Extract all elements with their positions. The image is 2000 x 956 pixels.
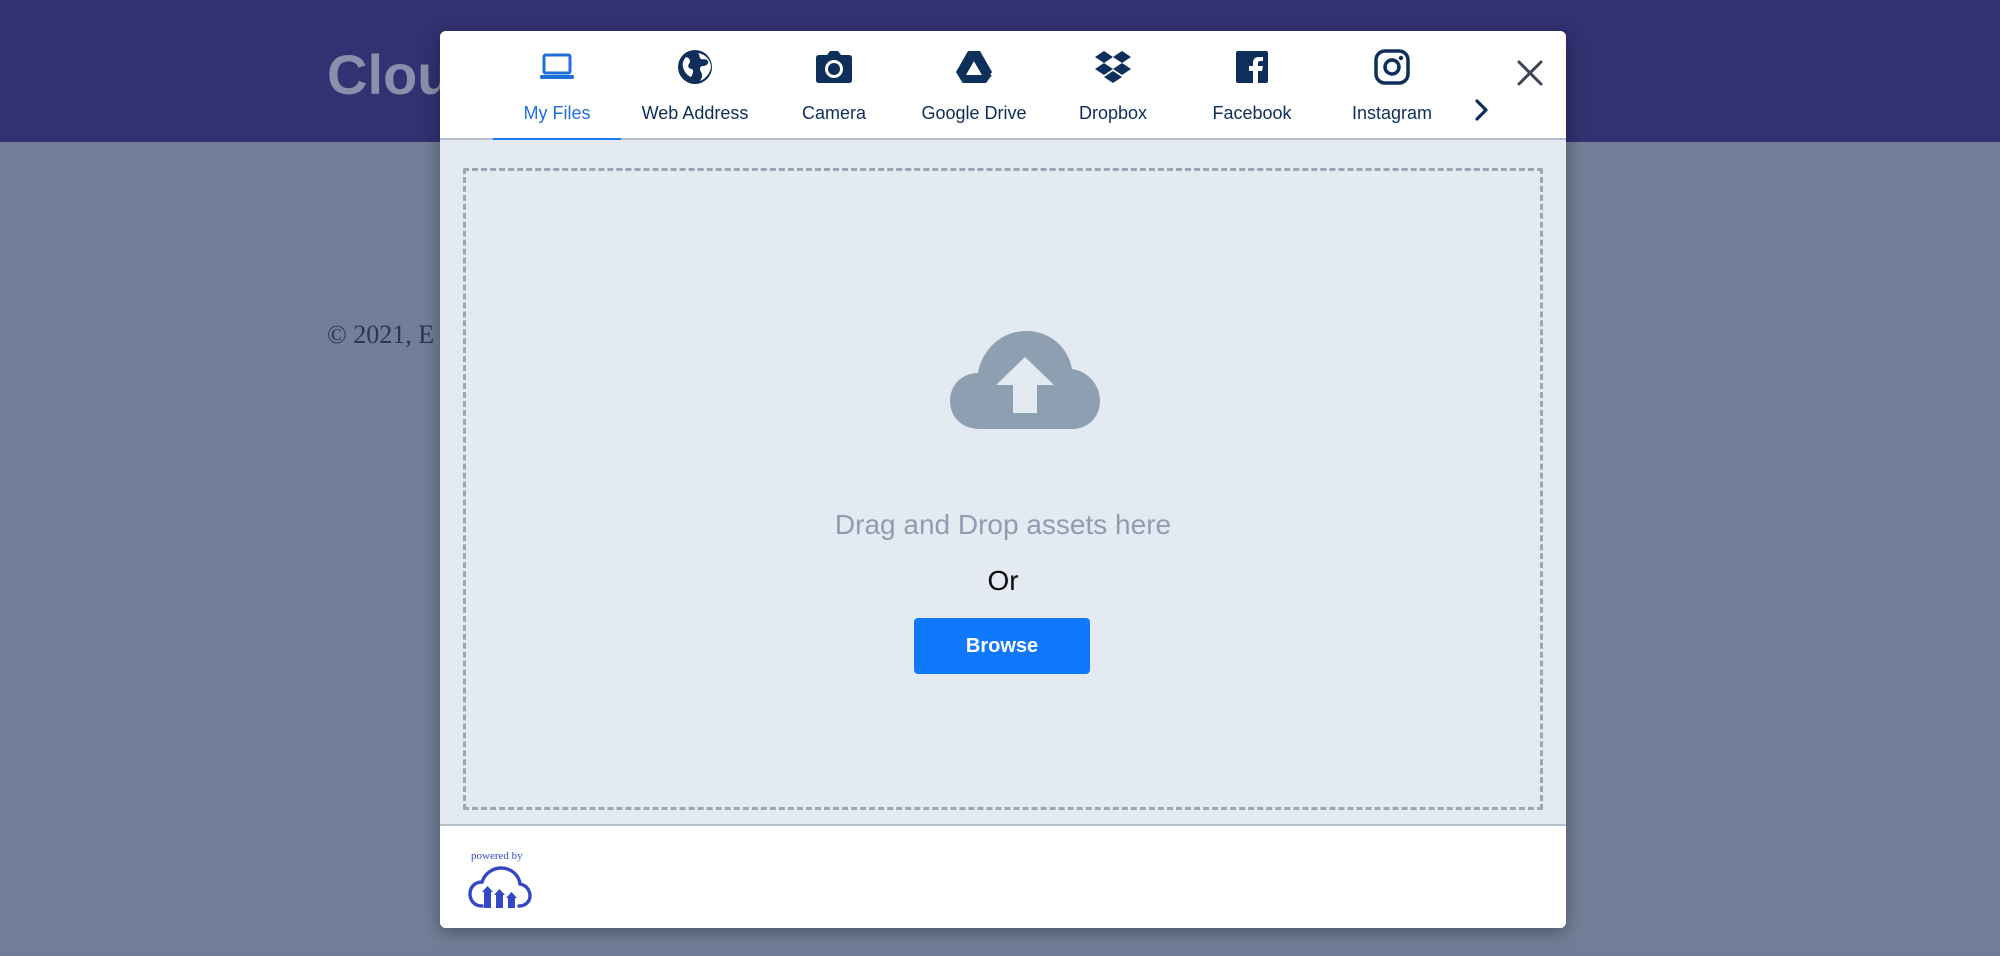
powered-by-text: powered by bbox=[471, 850, 523, 862]
page-copyright: © 2021, E bbox=[327, 320, 435, 349]
drop-zone[interactable]: Drag and Drop assets here Or Browse bbox=[463, 168, 1543, 810]
tab-label: Instagram bbox=[1351, 103, 1433, 123]
camera-icon bbox=[770, 47, 898, 87]
close-icon bbox=[1517, 60, 1543, 86]
page-title: Clou bbox=[327, 43, 452, 106]
tab-camera[interactable]: Camera bbox=[770, 31, 898, 140]
globe-icon bbox=[631, 47, 759, 87]
facebook-icon bbox=[1188, 47, 1316, 87]
modal-footer: powered by bbox=[440, 828, 1566, 928]
source-tabs: My Files Web Address Camera Google Drive… bbox=[440, 31, 1566, 142]
upload-content-area: Drag and Drop assets here Or Browse bbox=[440, 140, 1566, 826]
tab-label: Camera bbox=[801, 103, 867, 123]
tab-web-address[interactable]: Web Address bbox=[631, 31, 759, 140]
tab-google-drive[interactable]: Google Drive bbox=[910, 31, 1038, 140]
tab-label: Google Drive bbox=[921, 103, 1027, 123]
or-text: Or bbox=[987, 565, 1019, 596]
next-tabs-button[interactable] bbox=[1469, 95, 1495, 125]
tab-instagram[interactable]: Instagram bbox=[1328, 31, 1456, 140]
tab-label: My Files bbox=[523, 103, 591, 123]
tab-dropbox[interactable]: Dropbox bbox=[1049, 31, 1177, 140]
page-bottom-strip bbox=[0, 946, 2000, 956]
instagram-icon bbox=[1328, 47, 1456, 87]
laptop-icon bbox=[493, 47, 621, 87]
google-drive-icon bbox=[910, 47, 1038, 87]
tab-label: Web Address bbox=[641, 103, 749, 123]
upload-widget-modal: My Files Web Address Camera Google Drive… bbox=[440, 31, 1566, 928]
tab-label: Dropbox bbox=[1078, 103, 1148, 123]
cloud-upload-icon bbox=[950, 331, 1100, 429]
drag-drop-text: Drag and Drop assets here bbox=[834, 509, 1172, 540]
browse-button[interactable]: Browse bbox=[914, 618, 1090, 674]
tab-facebook[interactable]: Facebook bbox=[1188, 31, 1316, 140]
chevron-right-icon bbox=[1475, 99, 1488, 121]
tab-label: Facebook bbox=[1212, 103, 1292, 123]
close-button[interactable] bbox=[1510, 53, 1550, 93]
dropbox-icon bbox=[1049, 47, 1177, 87]
cloudinary-logo-icon[interactable] bbox=[468, 866, 532, 910]
tab-my-files[interactable]: My Files bbox=[493, 31, 621, 142]
